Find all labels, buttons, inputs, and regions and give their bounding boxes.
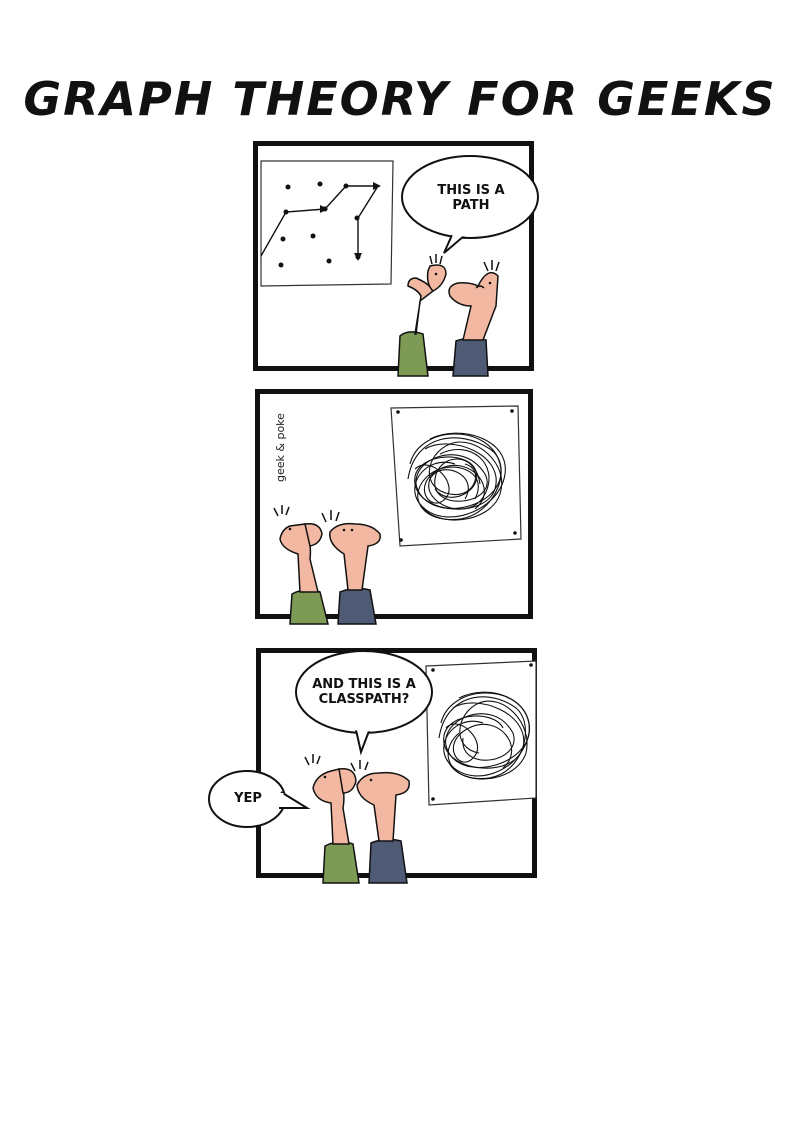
speech-bubble-text: THIS IS A PATH (437, 183, 505, 213)
comic-panel-1: THIS IS A PATH (253, 141, 539, 377)
comic-panel-3: AND THIS IS A CLASSPATH? (256, 648, 537, 884)
speech-bubble-text: AND THIS IS A CLASSPATH? (312, 677, 416, 707)
path-graph-poster-icon (260, 155, 539, 377)
reply-bubble-text: YEP (234, 791, 262, 806)
tangle-poster-icon (273, 405, 522, 625)
comic-panel-2: geek & poke (255, 389, 533, 625)
artist-credit: geek & poke (274, 413, 287, 482)
comic-title: GRAPH THEORY FOR GEEKS (23, 72, 777, 126)
